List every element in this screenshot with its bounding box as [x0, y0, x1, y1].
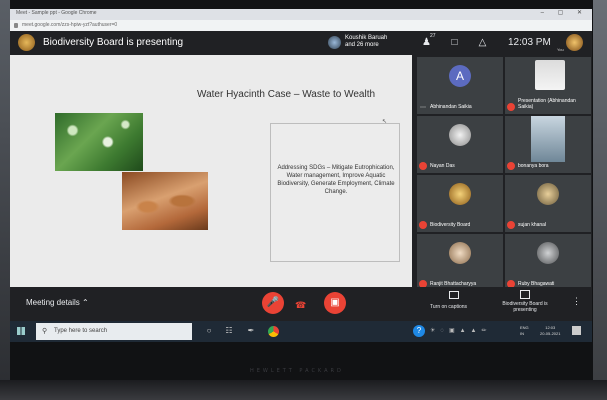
present-screen-icon[interactable] — [520, 290, 530, 299]
taskbar-time: 12:03 — [545, 325, 556, 330]
participant-tile[interactable]: bonanya bora — [505, 116, 591, 173]
presentation-slide: Water Hyacinth Case – Waste to Wealth Ad… — [10, 55, 412, 287]
participant-video — [531, 116, 565, 162]
participant-tile[interactable]: Ranjit Bhattacharyya — [417, 234, 503, 291]
meet-controls-bar: Meeting details ⌃ 🎤 ☎ ▣ Turn on captions… — [10, 287, 592, 321]
search-icon: ⚲ — [42, 328, 48, 335]
participant-avatar — [537, 183, 559, 205]
slide-title: Water Hyacinth Case – Waste to Wealth — [197, 89, 376, 100]
participant-name: Nayan Das — [430, 163, 455, 169]
laptop-brand: HEWLETT PACKARD — [250, 368, 344, 374]
participant-name: Presentation (Abhinandan Saikia) — [518, 98, 576, 110]
participant-tile[interactable]: A ⋯ Abhinandan Saikia — [417, 57, 503, 114]
hangup-button[interactable]: ☎ — [295, 300, 306, 311]
address-bar[interactable]: meet.google.com/zzs-hpiw-yzt?authuser=0 — [10, 20, 592, 31]
hyacinth-crafts-photo — [122, 172, 208, 230]
windows-start-icon[interactable] — [17, 327, 25, 335]
participant-tile[interactable]: Nayan Das — [417, 116, 503, 173]
participant-tile[interactable]: Ruby Bhagawati — [505, 234, 591, 291]
mic-off-icon — [507, 103, 515, 111]
mic-toggle-button[interactable]: 🎤 — [262, 292, 284, 314]
meeting-details-label: Meeting details — [26, 298, 80, 307]
water-hyacinth-photo — [55, 113, 143, 171]
camera-off-icon: ▣ — [330, 297, 340, 308]
window-controls[interactable]: – ▢ ✕ — [541, 9, 588, 16]
taskbar-search-input[interactable]: ⚲ Type here to search — [36, 323, 192, 340]
taskbar-clock[interactable]: 12:03 20-05-2021 — [540, 325, 560, 337]
screen: Meet - Sample ppt - Google Chrome – ▢ ✕ … — [10, 9, 592, 342]
participant-avatar — [449, 242, 471, 264]
more-options-icon[interactable]: ⋯ — [420, 104, 426, 111]
mouse-cursor-icon: ↖ — [382, 119, 388, 125]
user-avatar[interactable] — [566, 34, 583, 51]
taskbar-date: 20-05-2021 — [540, 331, 561, 336]
browser-titlebar: Meet - Sample ppt - Google Chrome – ▢ ✕ — [10, 9, 592, 20]
meet-header: Biodiversity Board is presenting Koushik… — [10, 31, 592, 55]
chrome-taskbar-icon[interactable] — [268, 326, 279, 337]
mic-off-icon — [419, 221, 427, 229]
participant-avatar — [449, 124, 471, 146]
participant-name: Biodiversity Board — [430, 222, 471, 228]
windows-taskbar: ⚲ Type here to search ○ ☷ ✒ ? ☀◌▣▲▲✏ ENG… — [10, 321, 592, 342]
participant-avatar: A — [449, 65, 471, 87]
participant-name: bonanya bora — [518, 163, 549, 169]
presenting-label: Biodiversity Board is presenting — [43, 37, 184, 48]
participant-avatar — [537, 242, 559, 264]
camera-toggle-button[interactable]: ▣ — [324, 292, 346, 314]
mic-off-icon — [507, 221, 515, 229]
sdg-text: Addressing SDGs – Mitigate Eutrophicatio… — [277, 165, 395, 195]
captions-button-label[interactable]: Turn on captions — [430, 304, 467, 310]
meeting-details-button[interactable]: Meeting details ⌃ — [26, 298, 89, 307]
presenter-avatar — [18, 34, 35, 51]
participant-avatar — [449, 183, 471, 205]
desk-right-edge — [593, 0, 607, 400]
mic-off-icon — [507, 162, 515, 170]
chat-icon[interactable]: □ — [448, 37, 461, 48]
present-button-label[interactable]: Biodiversity Board is presenting — [500, 301, 550, 313]
people-chip[interactable]: Koushik Baruah and 26 more — [328, 34, 412, 52]
help-icon[interactable]: ? — [413, 325, 425, 337]
taskbar-search-placeholder: Type here to search — [54, 328, 108, 334]
participant-name: sujan khanal — [518, 222, 547, 228]
language-indicator[interactable]: ENG IN — [520, 325, 529, 337]
meet-clock: 12:03 PM — [508, 37, 551, 48]
participant-tile[interactable]: Presentation (Abhinandan Saikia) — [505, 57, 591, 114]
participant-tiles: A ⋯ Abhinandan Saikia Presentation (Abhi… — [415, 55, 592, 291]
desk-left-edge — [0, 0, 10, 400]
participant-tile[interactable]: sujan khanal — [505, 175, 591, 232]
participant-tile[interactable]: Biodiversity Board — [417, 175, 503, 232]
cortana-icon[interactable]: ○ — [204, 326, 214, 336]
desk-bottom-edge — [0, 380, 607, 400]
mic-off-icon: 🎤 — [266, 297, 280, 308]
people-chip-more: and 26 more — [345, 42, 379, 48]
chevron-up-icon: ⌃ — [82, 298, 89, 307]
participant-name: Abhinandan Saikia — [430, 104, 472, 110]
notification-icon[interactable] — [572, 326, 581, 335]
captions-icon[interactable] — [449, 291, 459, 299]
activities-icon[interactable]: △ — [476, 37, 489, 48]
presentation-thumbnail — [535, 60, 565, 90]
system-tray-icons[interactable]: ☀◌▣▲▲✏ — [430, 327, 492, 334]
people-chip-avatar — [328, 36, 341, 49]
people-chip-name: Koushik Baruah — [345, 35, 388, 41]
task-view-icon[interactable]: ☷ — [224, 326, 234, 336]
pen-app-icon[interactable]: ✒ — [246, 326, 256, 336]
mic-off-icon — [419, 162, 427, 170]
address-url[interactable]: meet.google.com/zzs-hpiw-yzt?authuser=0 — [22, 22, 117, 28]
sdg-textbox: Addressing SDGs – Mitigate Eutrophicatio… — [270, 123, 400, 262]
people-count: 27 — [430, 33, 436, 39]
lock-icon — [14, 23, 18, 28]
user-self-label: You — [557, 47, 564, 52]
more-options-icon[interactable]: ⋮ — [572, 296, 581, 307]
browser-tab-title[interactable]: Meet - Sample ppt - Google Chrome — [16, 10, 97, 16]
